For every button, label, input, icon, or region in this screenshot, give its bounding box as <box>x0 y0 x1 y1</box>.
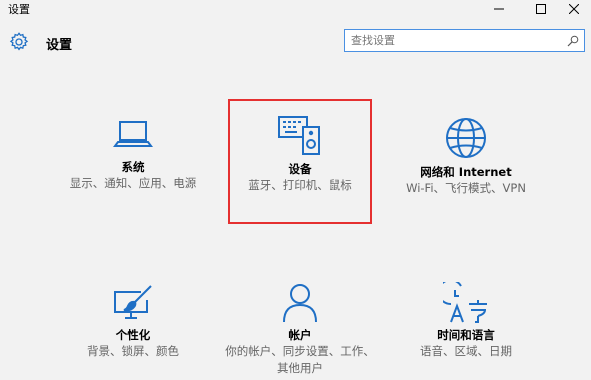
tile-title: 系统 <box>121 160 145 174</box>
keyboard-speaker-icon <box>278 116 320 155</box>
person-icon <box>283 284 317 323</box>
page-title: 设置 <box>46 38 73 53</box>
search-box[interactable] <box>344 29 585 52</box>
close-button[interactable] <box>557 0 591 18</box>
minimize-icon <box>494 8 504 10</box>
tile-description: Wi-Fi、飞行模式、VPN <box>406 181 526 195</box>
tile-title: 时间和语言 <box>437 328 495 342</box>
title-bar: 设置 <box>0 0 591 18</box>
tile-title: 设备 <box>288 162 312 176</box>
laptop-icon <box>113 121 153 147</box>
tile-time-language[interactable]: 时间和语言 语音、区域、日期 <box>389 282 543 360</box>
close-icon <box>569 4 579 14</box>
tile-personalization[interactable]: 个性化 背景、锁屏、颜色 <box>58 284 208 360</box>
tile-title: 个性化 <box>115 328 151 342</box>
tile-description: 显示、通知、应用、电源 <box>69 176 197 190</box>
gear-icon <box>9 32 29 51</box>
tile-accounts[interactable]: 帐户 你的帐户、同步设置、工作、其他用户 <box>225 282 375 377</box>
tile-description: 你的帐户、同步设置、工作、其他用户 <box>225 344 375 375</box>
tile-system[interactable]: 系统 显示、通知、应用、电源 <box>58 118 208 192</box>
window-title: 设置 <box>8 3 30 16</box>
tile-description: 背景、锁屏、颜色 <box>87 344 179 358</box>
tile-title: 帐户 <box>288 328 312 342</box>
tile-title: 网络和 Internet <box>420 165 512 179</box>
search-icon[interactable] <box>567 35 579 47</box>
tile-network[interactable]: 网络和 Internet Wi-Fi、飞行模式、VPN <box>389 116 543 197</box>
tile-description: 语音、区域、日期 <box>420 344 512 358</box>
globe-icon <box>446 118 486 158</box>
paintbrush-screen-icon <box>114 285 152 319</box>
maximize-icon <box>536 4 546 14</box>
maximize-button[interactable] <box>524 0 558 18</box>
tile-description: 蓝牙、打印机、鼠标 <box>248 178 352 192</box>
minimize-button[interactable] <box>482 0 516 18</box>
search-input[interactable] <box>351 32 561 49</box>
clock-language-icon <box>443 282 487 323</box>
tile-devices[interactable]: 设备 蓝牙、打印机、鼠标 <box>225 114 375 194</box>
